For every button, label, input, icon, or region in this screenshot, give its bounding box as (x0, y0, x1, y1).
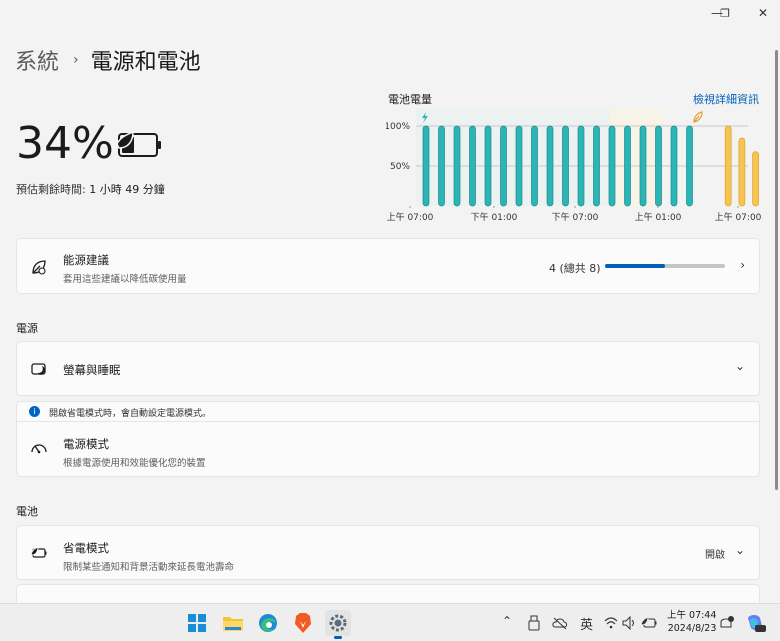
time-remaining-value: 1 小時 49 分鐘 (89, 183, 165, 196)
scrollbar[interactable] (775, 50, 778, 490)
battery-saver-status: 開啟 (705, 550, 725, 561)
bar-charging (453, 125, 461, 207)
show-hidden-icons[interactable]: ⌃ (502, 614, 512, 628)
bar-battery-saver (738, 137, 746, 207)
view-details-link[interactable]: 檢視詳細資訊 (693, 91, 759, 107)
bar-charging (422, 125, 430, 207)
settings-icon[interactable] (325, 610, 351, 639)
x-tick-label: 下午 07:00 (552, 211, 599, 223)
clock-time: 上午 07:44 (667, 610, 717, 621)
next-card-partial[interactable] (16, 584, 760, 603)
time-remaining-label: 預估剩餘時間: (16, 183, 86, 196)
battery-level-chart: 100% 50% 上午 07:00 下午 01:00 下午 07:00 上午 01:00 上… (386, 108, 762, 223)
info-icon: i (29, 406, 40, 417)
file-explorer-icon[interactable] (220, 610, 246, 636)
bar-battery-saver (752, 151, 759, 207)
energy-recommendations-title: 能源建議 (63, 253, 109, 267)
battery-saver-leaf-icon (693, 111, 703, 123)
bar-charging (577, 125, 585, 207)
battery-percent: 34% (16, 118, 114, 169)
breadcrumb: 系統 › 電源和電池 (15, 44, 201, 76)
chart-title: 電池電量 (388, 93, 432, 106)
battery-saver-icon (30, 546, 47, 558)
y-tick-label: 50% (390, 162, 410, 172)
bar-charging (686, 125, 693, 207)
bar-charging (531, 125, 538, 207)
energy-recommendations-card[interactable]: 能源建議 套用這些建議以降低碳使用量 4 (總共 8) › (16, 238, 760, 294)
screen-sleep-card[interactable]: 螢幕與睡眠 ⌄ (16, 341, 760, 396)
bar-charging (624, 125, 631, 207)
recommendations-progress (605, 264, 725, 268)
notification-bell-icon[interactable] (718, 615, 734, 631)
restore-icon: ❐ (720, 6, 730, 20)
screen-sleep-icon (31, 363, 46, 375)
time-remaining: 預估剩餘時間: 1 小時 49 分鐘 (16, 181, 165, 197)
chevron-right-icon: › (740, 258, 745, 272)
y-tick-label: 100% (386, 122, 410, 132)
power-mode-subtitle: 根據電源使用和效能優化您的裝置 (63, 458, 206, 469)
ime-indicator[interactable]: 英 (580, 614, 593, 633)
battery-tray-icon[interactable] (640, 615, 658, 631)
clock[interactable]: 上午 07:44 2024/8/23 (667, 609, 716, 635)
battery-saver-card[interactable]: 省電模式 限制某些通知和背景活動來延長電池壽命 開啟 ⌄ (16, 525, 760, 580)
battery-saver-subtitle: 限制某些通知和背景活動來延長電池壽命 (63, 562, 235, 573)
chevron-down-icon: ⌄ (734, 359, 745, 373)
close-icon: ✕ (757, 6, 769, 20)
bar-charging (593, 125, 600, 207)
taskbar: ⌃ 英 上午 07:44 2024/8/23 (0, 603, 780, 641)
power-section-label: 電源 (16, 322, 38, 335)
bar-charging (546, 125, 554, 207)
x-tick-label: 下午 01:00 (471, 211, 518, 223)
bar-charging (608, 125, 616, 207)
x-tick-label: 上午 07:00 (715, 211, 762, 223)
battery-section-label: 電池 (16, 505, 38, 518)
chevron-down-icon[interactable]: ⌄ (735, 543, 745, 557)
bar-battery-saver (724, 125, 732, 207)
bar-charging (670, 125, 678, 207)
bar-charging (639, 125, 647, 207)
battery-saver-icon (116, 130, 161, 157)
page-title: 電源和電池 (90, 50, 201, 75)
power-mode-card[interactable]: 電源模式 根據電源使用和效能優化您的裝置 (16, 422, 760, 477)
bar-charging (469, 125, 476, 207)
volume-icon[interactable] (622, 616, 636, 630)
chevron-right-icon: › (73, 52, 79, 68)
bar-charging (655, 125, 662, 207)
bar-charging (484, 125, 492, 207)
edge-icon[interactable] (255, 610, 281, 636)
bar-charging (515, 125, 523, 207)
brave-icon[interactable] (290, 610, 316, 636)
screen-sleep-title: 螢幕與睡眠 (63, 363, 121, 377)
bar-charging (500, 125, 507, 207)
breadcrumb-system[interactable]: 系統 (15, 44, 59, 76)
progress-fill (605, 264, 665, 268)
usb-drive-icon[interactable] (528, 615, 540, 631)
energy-recommendations-subtitle: 套用這些建議以降低碳使用量 (63, 274, 187, 285)
battery-saver-title: 省電模式 (63, 541, 109, 555)
restore-button[interactable]: ❐ (710, 4, 740, 22)
bar-charging (438, 125, 445, 207)
info-text: 開啟省電模式時，會自動設定電源模式。 (49, 409, 212, 419)
leaf-icon (32, 260, 46, 275)
clock-date: 2024/8/23 (667, 623, 717, 634)
bar-charging (562, 125, 569, 207)
x-tick-label: 上午 01:00 (635, 211, 682, 223)
wifi-icon[interactable] (604, 616, 618, 630)
power-mode-title: 電源模式 (63, 437, 109, 451)
copilot-icon[interactable] (744, 612, 766, 634)
power-mode-gauge-icon (31, 444, 47, 454)
x-tick-label: 上午 07:00 (387, 211, 434, 223)
close-button[interactable]: ✕ (748, 4, 778, 22)
saver-period-shade (609, 108, 663, 206)
windows-start-icon[interactable] (184, 610, 210, 636)
info-bar: i 開啟省電模式時，會自動設定電源模式。 (16, 401, 760, 422)
recommendations-count: 4 (總共 8) (549, 262, 601, 275)
onedrive-icon[interactable] (552, 616, 568, 630)
active-app-indicator (334, 636, 342, 639)
